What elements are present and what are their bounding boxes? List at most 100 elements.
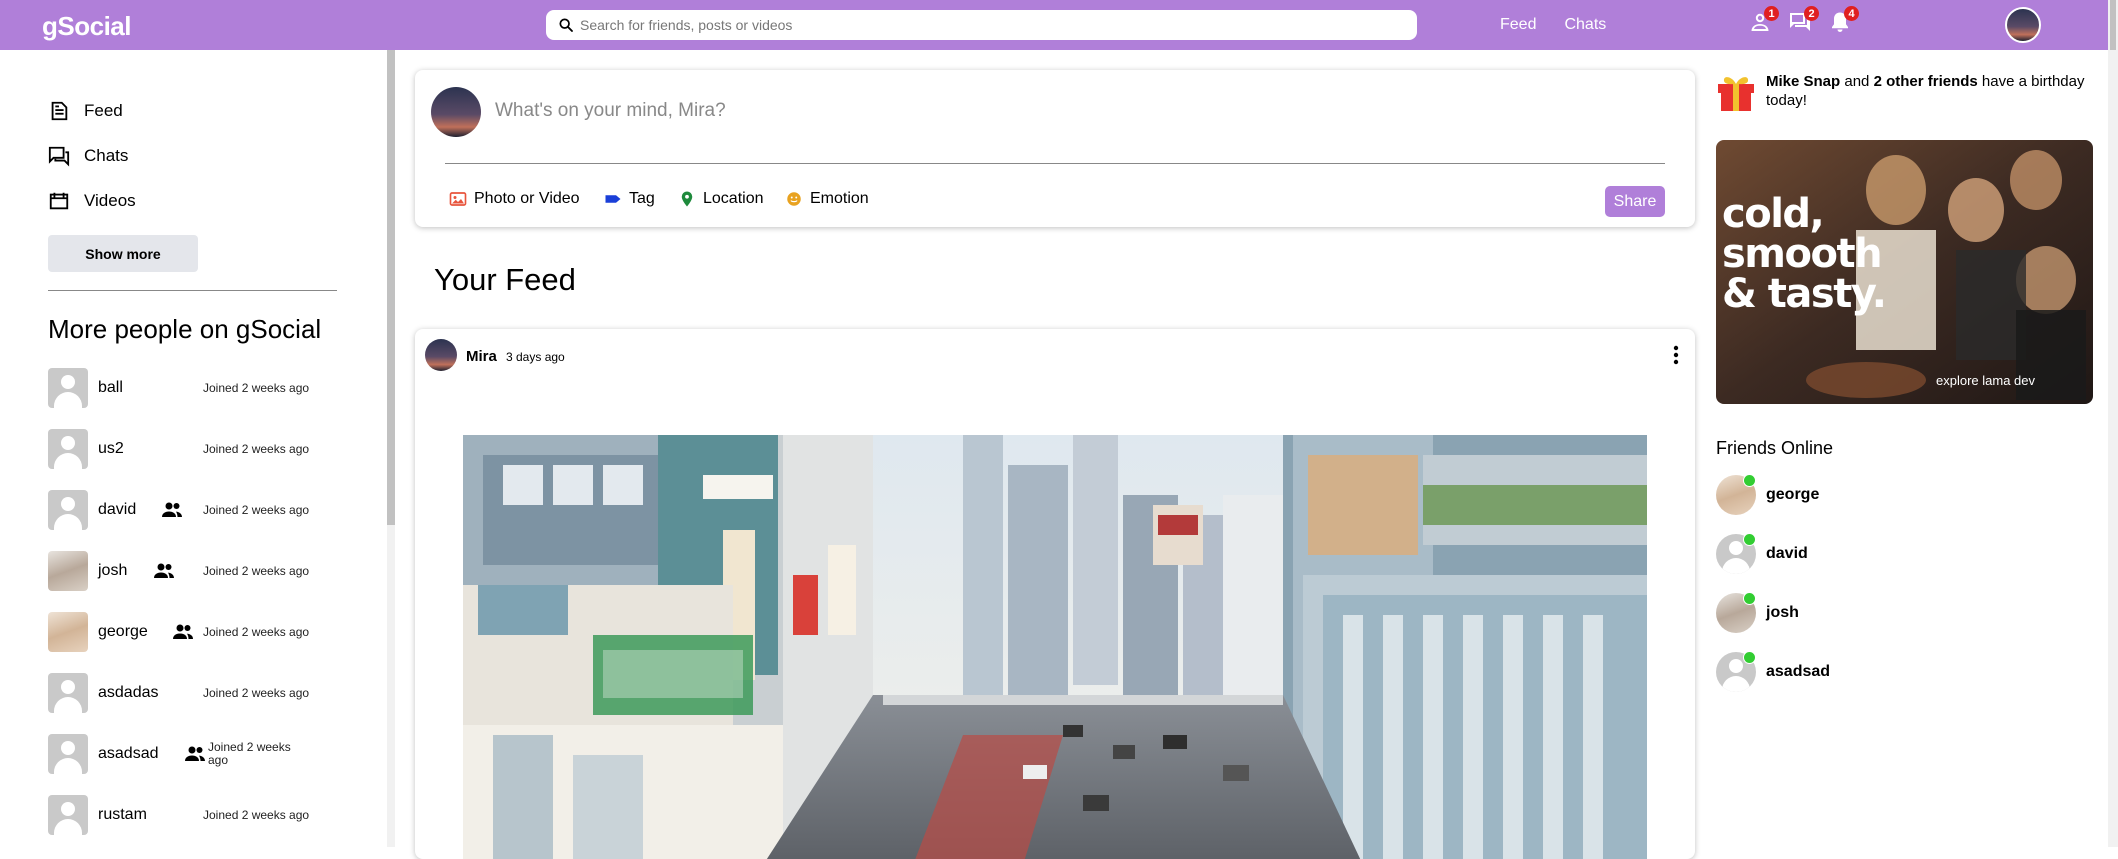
person-name: josh xyxy=(98,562,128,579)
videos-icon xyxy=(49,192,69,210)
option-label: Photo or Video xyxy=(474,190,580,207)
post-author[interactable]: Mira xyxy=(466,348,497,365)
ad-headline-line: smooth xyxy=(1722,231,1883,277)
avatar xyxy=(48,490,88,530)
friend-requests-badge: 1 xyxy=(1764,6,1779,21)
option-photo-video[interactable]: Photo or Video xyxy=(449,190,580,208)
person-name: us2 xyxy=(98,440,124,457)
avatar xyxy=(48,795,88,835)
online-indicator xyxy=(1743,474,1756,487)
person-row-asdadas[interactable]: asdadas Joined 2 weeks ago xyxy=(48,672,348,714)
option-tag[interactable]: Tag xyxy=(604,190,655,208)
post-composer: Photo or Video Tag Location Emotion Shar… xyxy=(415,70,1695,227)
notifications-button[interactable]: 4 xyxy=(1828,6,1859,34)
option-label: Tag xyxy=(629,190,655,207)
feed-title: Your Feed xyxy=(434,262,576,297)
avatar xyxy=(48,368,88,408)
person-name: david xyxy=(98,501,137,518)
person-row-rustam[interactable]: rustam Joined 2 weeks ago xyxy=(48,794,348,836)
option-emotion[interactable]: Emotion xyxy=(785,190,869,208)
person-row-david[interactable]: david Joined 2 weeks ago xyxy=(48,489,348,531)
tag-icon xyxy=(605,195,621,203)
online-indicator xyxy=(1743,533,1756,546)
sidebar-item-label: Chats xyxy=(84,146,129,165)
show-more-button[interactable]: Show more xyxy=(48,235,198,272)
person-joined: Joined 2 weeks ago xyxy=(208,740,291,767)
sidebar-item-label: Videos xyxy=(84,191,136,210)
profile-avatar[interactable] xyxy=(2005,7,2041,43)
ad-footer: explore lama dev xyxy=(1936,373,2035,388)
avatar[interactable] xyxy=(425,339,457,371)
avatar xyxy=(48,612,88,652)
online-friend-josh[interactable]: josh xyxy=(1716,592,2016,634)
search-input[interactable] xyxy=(580,17,1400,33)
friend-name: george xyxy=(1766,486,1820,503)
online-indicator xyxy=(1743,592,1756,605)
online-friend-david[interactable]: david xyxy=(1716,533,2016,575)
person-row-ball[interactable]: ball Joined 2 weeks ago xyxy=(48,367,348,409)
friends-icon xyxy=(185,746,205,761)
person-name: ball xyxy=(98,379,123,396)
avatar xyxy=(431,87,481,137)
person-joined: Joined 2 weeks ago xyxy=(203,564,310,578)
emotion-icon xyxy=(787,192,801,206)
photo-icon xyxy=(449,192,467,206)
person-joined: Joined 2 weeks ago xyxy=(203,381,310,395)
online-friend-asadsad[interactable]: asadsad xyxy=(1716,651,2016,693)
location-pin-icon xyxy=(681,191,693,207)
person-joined: Joined 2 weeks ago xyxy=(203,808,310,822)
friend-name: david xyxy=(1766,545,1808,562)
person-row-us2[interactable]: us2 Joined 2 weeks ago xyxy=(48,428,348,470)
messages-button[interactable]: 2 xyxy=(1788,6,1819,34)
option-location[interactable]: Location xyxy=(678,190,764,208)
person-name: asdadas xyxy=(98,684,159,701)
friends-icon xyxy=(154,563,174,578)
post-input[interactable] xyxy=(495,100,1655,122)
ad-headline-line: & tasty. xyxy=(1722,271,1887,317)
sidebar-item-videos[interactable]: Videos xyxy=(48,190,136,212)
person-row-asadsad[interactable]: asadsad Joined 2 weeks ago xyxy=(48,733,348,775)
left-sidebar: Feed Chats Videos Show more More people … xyxy=(0,50,390,847)
avatar xyxy=(48,673,88,713)
sidebar-scroll-thumb[interactable] xyxy=(387,50,395,525)
person-joined: Joined 2 weeks ago xyxy=(203,442,310,456)
person-name: rustam xyxy=(98,806,147,823)
top-link-chats[interactable]: Chats xyxy=(1564,16,1606,34)
more-options-icon[interactable] xyxy=(1671,343,1681,367)
birthday-name[interactable]: Mike Snap xyxy=(1766,73,1840,90)
friend-requests-button[interactable]: 1 xyxy=(1748,6,1779,34)
search-bar[interactable] xyxy=(546,10,1417,40)
ad-banner[interactable]: cold, smooth & tasty. explore lama dev xyxy=(1716,140,2093,404)
friends-icon xyxy=(173,624,193,639)
person-joined: Joined 2 weeks ago xyxy=(203,686,310,700)
logo[interactable]: gSocial xyxy=(42,11,131,42)
friends-icon xyxy=(162,502,182,517)
friend-name: josh xyxy=(1766,604,1799,621)
friend-name: asadsad xyxy=(1766,663,1831,680)
page-scrollbar[interactable] xyxy=(2108,0,2118,847)
post-image[interactable] xyxy=(463,435,1647,859)
person-name: george xyxy=(98,623,148,640)
page-scroll-thumb[interactable] xyxy=(2110,0,2116,50)
composer-divider xyxy=(445,163,1665,164)
birthday-notice: Mike Snap and 2 other friends have a bir… xyxy=(1766,73,2085,109)
person-row-george[interactable]: george Joined 2 weeks ago xyxy=(48,611,348,653)
birthday-others[interactable]: 2 other friends xyxy=(1874,73,1978,90)
person-joined: Joined 2 weeks ago xyxy=(203,503,310,517)
top-link-feed[interactable]: Feed xyxy=(1500,16,1536,34)
sidebar-divider xyxy=(48,290,337,291)
share-button[interactable]: Share xyxy=(1605,186,1665,217)
avatar xyxy=(48,734,88,774)
notifications-badge: 4 xyxy=(1844,6,1859,21)
online-friend-george[interactable]: george xyxy=(1716,474,2016,516)
chats-icon xyxy=(48,146,70,167)
avatar xyxy=(48,551,88,591)
sidebar-item-chats[interactable]: Chats xyxy=(48,145,128,167)
option-label: Emotion xyxy=(810,190,869,207)
person-name: asadsad xyxy=(98,745,159,762)
top-bar: gSocial Feed Chats 1 2 4 xyxy=(0,0,2118,50)
post-card: Mira 3 days ago xyxy=(415,329,1695,859)
ad-headline-line: cold, xyxy=(1722,191,1825,237)
sidebar-item-feed[interactable]: Feed xyxy=(48,100,123,122)
person-row-josh[interactable]: josh Joined 2 weeks ago xyxy=(48,550,348,592)
